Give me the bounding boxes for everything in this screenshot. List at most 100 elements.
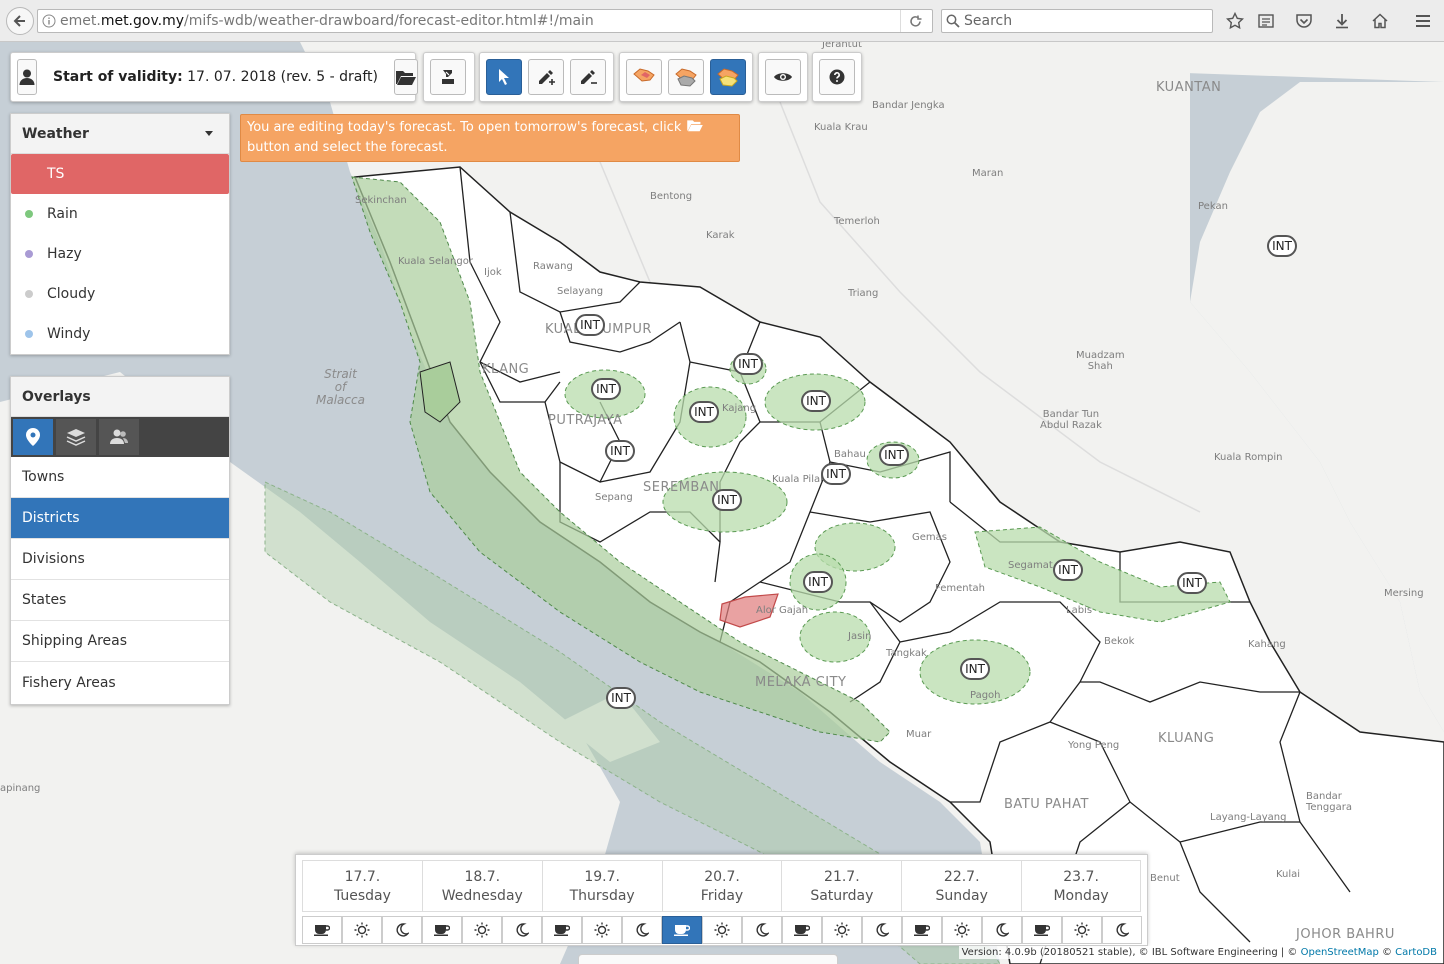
timeline-slot-group [422, 916, 542, 944]
timeline-day[interactable]: 19.7. Thursday [541, 860, 662, 912]
int-marker[interactable]: INT [712, 489, 742, 511]
help-button[interactable] [819, 59, 855, 95]
browser-search-input[interactable]: Search [941, 9, 1213, 33]
url-bar[interactable]: emet.met.gov.my/mifs-wdb/weather-drawboa… [37, 9, 933, 33]
int-marker[interactable]: INT [1053, 559, 1083, 581]
timeline-slot-button[interactable] [1022, 916, 1062, 944]
timeline-slot-button[interactable] [462, 916, 502, 944]
timeline-day[interactable]: 18.7. Wednesday [421, 860, 542, 912]
timeline-slot-button[interactable] [382, 916, 422, 944]
int-marker[interactable]: INT [960, 658, 990, 680]
timeline-slot-button[interactable] [782, 916, 822, 944]
timeline-day[interactable]: 20.7. Friday [661, 860, 782, 912]
map-label-seremban: SEREMBAN [643, 480, 720, 495]
int-marker[interactable]: INT [1177, 572, 1207, 594]
weather-item-ts[interactable]: TS [11, 154, 229, 194]
openstreetmap-link[interactable]: OpenStreetMap [1301, 947, 1379, 958]
weather-item-rain[interactable]: Rain [11, 194, 229, 234]
map-label-kulai: Kulai [1276, 869, 1301, 880]
reload-icon[interactable] [900, 10, 930, 32]
int-marker[interactable]: INT [879, 444, 909, 466]
info-icon[interactable] [38, 14, 60, 28]
attribution-text: Version: 4.0.9b (20180521 stable), © IBL… [961, 947, 1298, 958]
timeline-day[interactable]: 17.7. Tuesday [302, 860, 422, 912]
timeline-slot-button[interactable] [302, 916, 342, 944]
menu-icon[interactable] [1412, 10, 1434, 32]
download-icon[interactable] [1331, 10, 1353, 32]
int-marker[interactable]: INT [801, 390, 831, 412]
timeline-slot-button[interactable] [422, 916, 462, 944]
weather-dropdown[interactable]: Weather [11, 114, 229, 154]
timeline-day[interactable]: 21.7. Saturday [781, 860, 902, 912]
tab-places[interactable] [13, 419, 53, 455]
overlay-item-fishery-areas[interactable]: Fishery Areas [11, 662, 229, 703]
map-layer-yellow-icon [717, 68, 739, 87]
int-marker[interactable]: INT [803, 571, 833, 593]
draw-add-button[interactable] [528, 59, 564, 95]
timeline-slot-button[interactable] [662, 916, 702, 944]
cartodb-link[interactable]: CartoDB [1395, 947, 1437, 958]
select-tool-button[interactable] [486, 59, 522, 95]
map-label-kluang: KLUANG [1158, 731, 1215, 746]
timeline-slot-button[interactable] [862, 916, 902, 944]
bookmark-star-icon[interactable] [1224, 10, 1246, 32]
timeline-slots [302, 916, 1142, 944]
layer-button-2[interactable] [668, 59, 704, 95]
int-marker[interactable]: INT [1267, 235, 1297, 257]
timeline-day[interactable]: 23.7. Monday [1021, 860, 1142, 912]
map-layer-gray-icon [675, 68, 697, 87]
timeline-slot-button[interactable] [942, 916, 982, 944]
timeline-slot-button[interactable] [982, 916, 1022, 944]
pencil-minus-icon [581, 70, 597, 84]
timeline-slot-button[interactable] [742, 916, 782, 944]
tab-layers[interactable] [56, 419, 96, 455]
int-marker[interactable]: INT [821, 463, 851, 485]
pocket-icon[interactable] [1293, 10, 1315, 32]
notice-text-2: button and select the forecast. [247, 140, 448, 155]
int-marker[interactable]: INT [689, 401, 719, 423]
timeline-day[interactable]: 22.7. Sunday [901, 860, 1022, 912]
overlay-item-divisions[interactable]: Divisions [11, 539, 229, 580]
user-icon [19, 69, 35, 85]
overlay-item-towns[interactable]: Towns [11, 457, 229, 498]
draw-remove-button[interactable] [570, 59, 606, 95]
timeline-slot-button[interactable] [542, 916, 582, 944]
timeline-slot-button[interactable] [582, 916, 622, 944]
int-marker[interactable]: INT [605, 440, 635, 462]
user-button[interactable] [17, 59, 37, 95]
overlay-item-states[interactable]: States [11, 580, 229, 621]
timeline-slot-button[interactable] [1062, 916, 1102, 944]
timeline-day-name: Sunday [935, 888, 988, 904]
bottom-panel-handle[interactable] [578, 954, 838, 964]
overlay-item-districts[interactable]: Districts [11, 498, 229, 539]
timeline-slot-button[interactable] [342, 916, 382, 944]
overlay-item-shipping-areas[interactable]: Shipping Areas [11, 621, 229, 662]
int-marker[interactable]: INT [733, 353, 763, 375]
weather-item-cloudy[interactable]: Cloudy [11, 274, 229, 314]
coffee-icon [914, 924, 930, 936]
home-icon[interactable] [1369, 10, 1391, 32]
timeline-slot-button[interactable] [502, 916, 542, 944]
int-marker[interactable]: INT [591, 378, 621, 400]
open-forecast-button[interactable] [394, 59, 418, 95]
map-label-kuala-rompin: Kuala Rompin [1214, 452, 1283, 463]
timeline-slot-button[interactable] [822, 916, 862, 944]
export-button[interactable] [430, 59, 466, 95]
timeline-slot-button[interactable] [622, 916, 662, 944]
timeline-slot-button[interactable] [702, 916, 742, 944]
weather-item-hazy[interactable]: Hazy [11, 234, 229, 274]
int-marker[interactable]: INT [575, 314, 605, 336]
layer-button-3[interactable] [710, 59, 746, 95]
weather-item-windy[interactable]: Windy [11, 314, 229, 354]
map-label-pekan: Pekan [1198, 201, 1228, 212]
preview-button[interactable] [765, 59, 801, 95]
reader-list-icon[interactable] [1255, 10, 1277, 32]
moon-icon [515, 923, 529, 937]
timeline-slot-button[interactable] [902, 916, 942, 944]
layer-button-1[interactable] [626, 59, 662, 95]
sun-icon [354, 922, 370, 938]
back-button[interactable] [6, 7, 34, 35]
int-marker[interactable]: INT [606, 687, 636, 709]
timeline-slot-button[interactable] [1102, 916, 1142, 944]
tab-users[interactable] [99, 419, 139, 455]
